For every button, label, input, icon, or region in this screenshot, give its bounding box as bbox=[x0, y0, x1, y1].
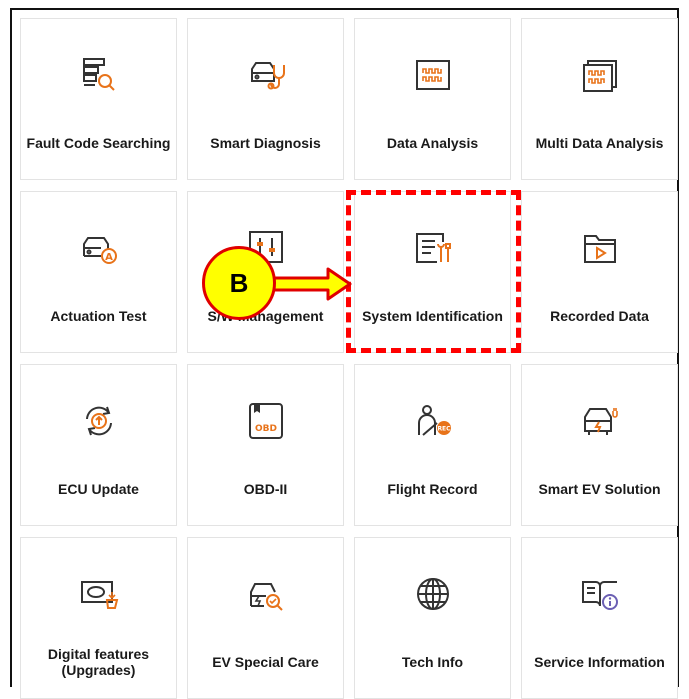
tile-multi-data-analysis[interactable]: Multi Data Analysis bbox=[521, 18, 678, 180]
svg-text:REC: REC bbox=[437, 426, 451, 433]
tile-data-analysis[interactable]: Data Analysis bbox=[354, 18, 511, 180]
tile-label: Data Analysis bbox=[386, 135, 479, 151]
tile-label: Fault Code Searching bbox=[26, 135, 171, 151]
tile-label: Flight Record bbox=[387, 481, 478, 497]
tile-tech-info[interactable]: Tech Info bbox=[354, 537, 511, 699]
svg-text:A: A bbox=[105, 252, 113, 263]
tile-system-identification[interactable]: System Identification bbox=[354, 191, 511, 353]
tile-actuation-test[interactable]: A Actuation Test bbox=[20, 191, 177, 353]
tile-ev-special-care[interactable]: EV Special Care bbox=[187, 537, 344, 699]
tile-label: EV Special Care bbox=[212, 654, 319, 670]
callout-letter: B bbox=[229, 267, 249, 298]
data-analysis-icon bbox=[411, 55, 455, 95]
smart-diagnosis-icon bbox=[244, 55, 288, 95]
tile-digital-features[interactable]: Digital features (Upgrades) bbox=[20, 537, 177, 699]
smart-ev-solution-icon bbox=[578, 401, 622, 441]
callout-arrow-icon bbox=[272, 267, 352, 301]
system-identification-icon bbox=[411, 228, 455, 268]
svg-text:OBD: OBD bbox=[255, 424, 277, 434]
service-information-icon bbox=[578, 574, 622, 614]
tile-label: OBD-II bbox=[243, 481, 288, 497]
tile-label: System Identification bbox=[362, 308, 503, 324]
menu-frame: Fault Code Searching Smart Diagnosis Dat… bbox=[10, 8, 679, 699]
tile-label: Service Information bbox=[534, 654, 665, 670]
tile-label: Recorded Data bbox=[550, 308, 649, 324]
tile-label: Smart EV Solution bbox=[538, 481, 661, 497]
fault-code-search-icon bbox=[77, 55, 121, 95]
tile-smart-ev-solution[interactable]: Smart EV Solution bbox=[521, 364, 678, 526]
tile-smart-diagnosis[interactable]: Smart Diagnosis bbox=[187, 18, 344, 180]
digital-features-icon bbox=[77, 574, 121, 614]
menu-grid: Fault Code Searching Smart Diagnosis Dat… bbox=[20, 18, 678, 699]
tile-label: Smart Diagnosis bbox=[210, 135, 321, 151]
recorded-data-icon bbox=[578, 228, 622, 268]
tile-obd-ii[interactable]: OBD OBD-II bbox=[187, 364, 344, 526]
actuation-test-icon: A bbox=[77, 228, 121, 268]
tile-recorded-data[interactable]: Recorded Data bbox=[521, 191, 678, 353]
tile-service-information[interactable]: Service Information bbox=[521, 537, 678, 699]
tile-ecu-update[interactable]: ECU Update bbox=[20, 364, 177, 526]
ev-special-care-icon bbox=[244, 574, 288, 614]
ecu-update-icon bbox=[77, 401, 121, 441]
flight-record-icon: REC bbox=[411, 401, 455, 441]
obd-ii-icon: OBD bbox=[244, 401, 288, 441]
callout-badge: B bbox=[202, 246, 276, 320]
tile-label: Multi Data Analysis bbox=[535, 135, 664, 151]
tile-flight-record[interactable]: REC Flight Record bbox=[354, 364, 511, 526]
multi-data-analysis-icon bbox=[578, 55, 622, 95]
tile-fault-code-searching[interactable]: Fault Code Searching bbox=[20, 18, 177, 180]
tech-info-icon bbox=[411, 574, 455, 614]
tile-label: Actuation Test bbox=[50, 308, 147, 324]
tile-label: Tech Info bbox=[401, 654, 464, 670]
tile-label: Digital features (Upgrades) bbox=[47, 646, 150, 678]
tile-label: ECU Update bbox=[58, 481, 139, 497]
